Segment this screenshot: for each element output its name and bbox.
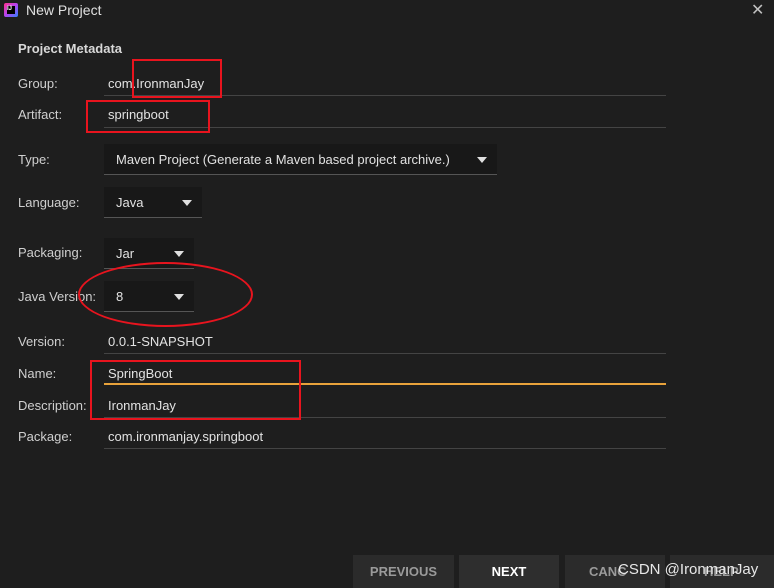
title-bar: IJ New Project ✕	[0, 0, 774, 22]
annotation-box-name-description	[90, 360, 301, 420]
close-icon[interactable]: ✕	[751, 0, 764, 20]
package-underline	[104, 448, 666, 449]
section-title: Project Metadata	[18, 41, 123, 56]
package-label: Package:	[18, 429, 73, 444]
language-dropdown-value: Java	[116, 195, 144, 210]
annotation-ellipse-java-version	[78, 262, 253, 327]
version-underline	[104, 353, 666, 354]
description-label: Description:	[18, 398, 87, 413]
language-label: Language:	[18, 195, 80, 210]
packaging-label: Packaging:	[18, 245, 83, 260]
name-label: Name:	[18, 366, 57, 381]
next-button[interactable]: NEXT	[459, 555, 559, 588]
window-title: New Project	[26, 2, 102, 18]
packaging-dropdown-value: Jar	[116, 246, 135, 261]
chevron-down-icon	[174, 251, 184, 257]
previous-button[interactable]: PREVIOUS	[353, 555, 454, 588]
type-label: Type:	[18, 152, 50, 167]
chevron-down-icon	[477, 157, 487, 163]
csdn-watermark: CSDN @IronmanJay	[618, 561, 759, 578]
artifact-label: Artifact:	[18, 107, 63, 122]
version-input[interactable]: 0.0.1-SNAPSHOT	[108, 334, 213, 349]
intellij-app-icon: IJ	[4, 3, 18, 17]
package-input[interactable]: com.ironmanjay.springboot	[108, 429, 263, 444]
chevron-down-icon	[182, 200, 192, 206]
annotation-box-artifact	[86, 100, 210, 133]
language-dropdown[interactable]: Java	[104, 187, 202, 218]
version-label: Version:	[18, 334, 65, 349]
type-dropdown-value: Maven Project (Generate a Maven based pr…	[116, 152, 450, 167]
group-label: Group:	[18, 76, 58, 91]
annotation-box-group	[132, 59, 222, 98]
type-dropdown[interactable]: Maven Project (Generate a Maven based pr…	[104, 144, 497, 175]
